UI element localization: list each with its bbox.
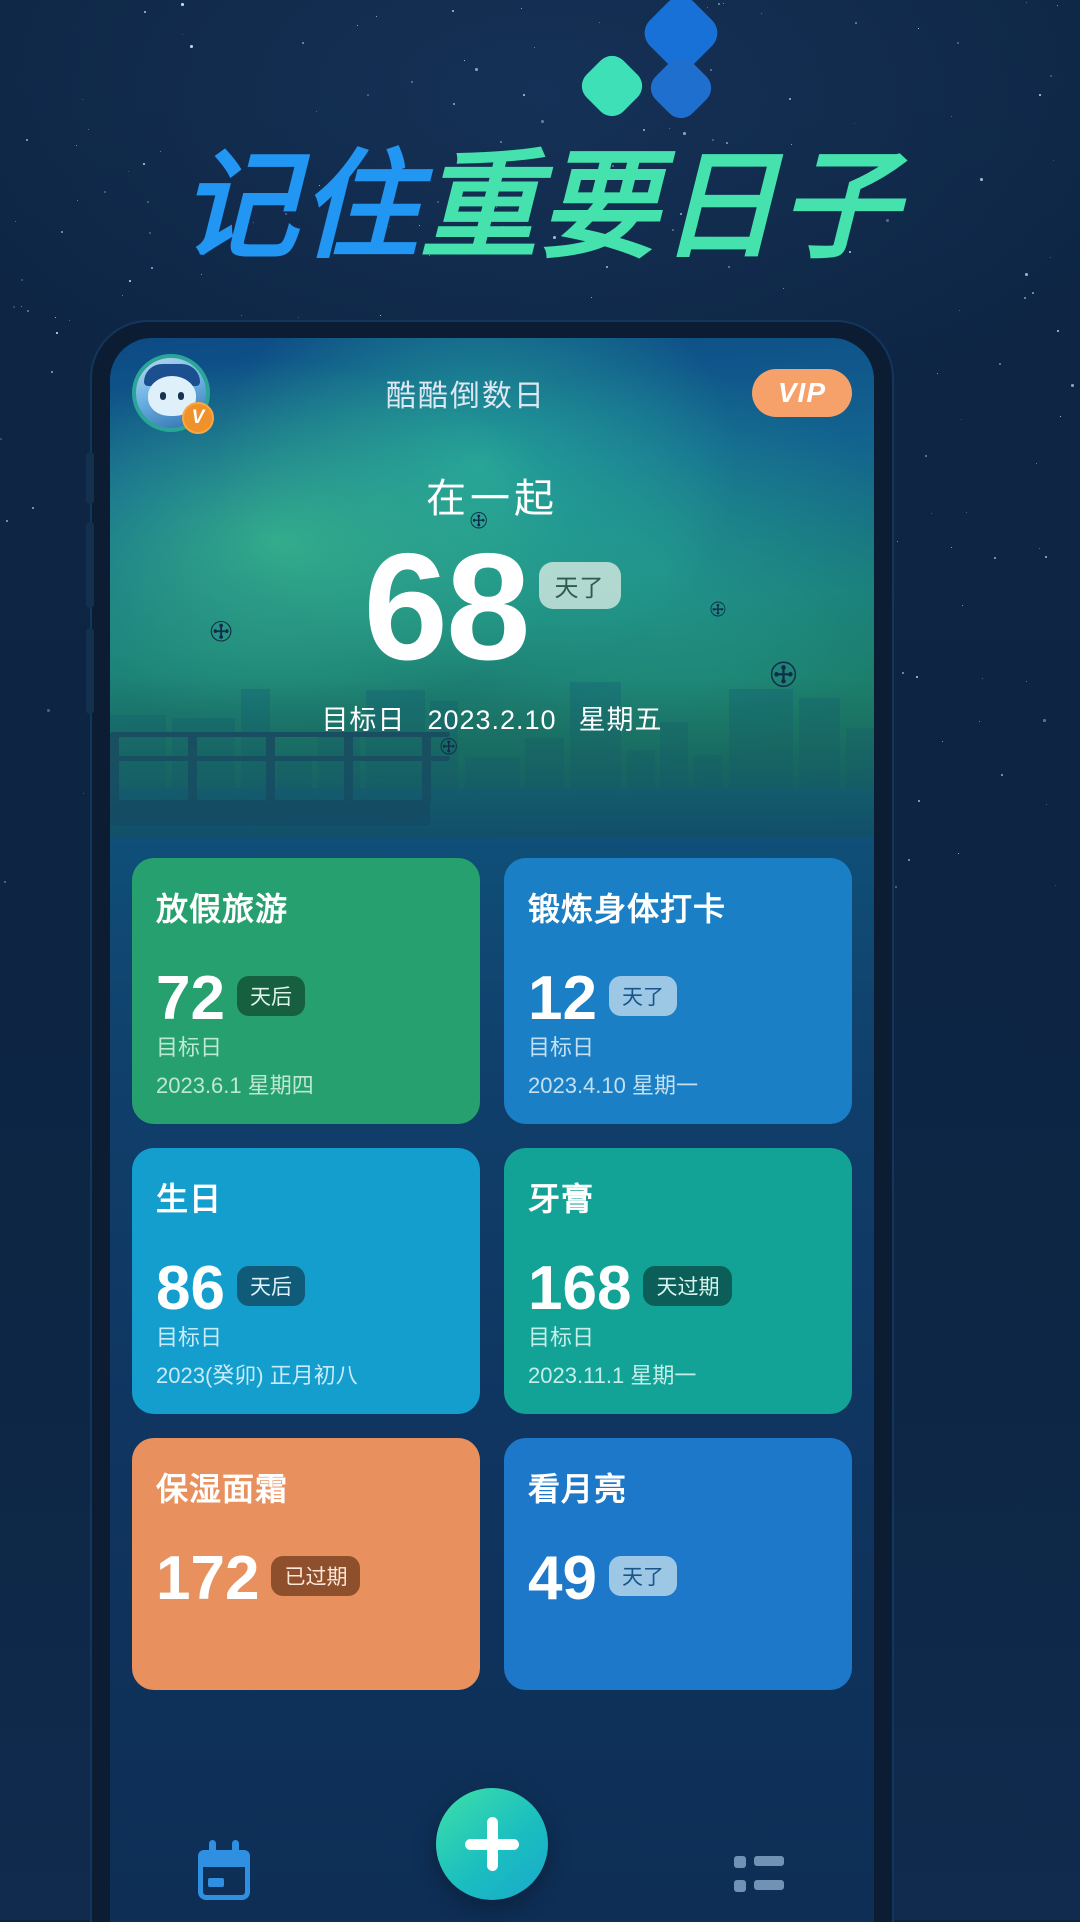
decorative-diamonds xyxy=(0,0,1080,140)
card-day-count: 49 xyxy=(528,1544,597,1613)
phone-button-mute xyxy=(86,452,94,504)
card-footer: 目标日 2023.11.1 星期一 xyxy=(528,1320,828,1390)
verified-badge: V xyxy=(182,402,214,434)
avatar-eye-right xyxy=(178,392,184,400)
countdown-card-list: 放假旅游 72 天后 目标日 2023.6.1 星期四 锻炼身体打卡 12 天了 目标日 2023… xyxy=(110,838,874,1922)
card-count-row: 72 天后 xyxy=(156,968,456,1030)
card-day-count: 86 xyxy=(156,1254,225,1323)
card-date-label: 目标日 xyxy=(528,1325,595,1350)
hero-event-title: 在一起 xyxy=(426,477,558,521)
avatar-eye-left xyxy=(160,392,166,400)
card-day-count: 172 xyxy=(156,1544,260,1613)
card-date-value: 2023.4.10 星期一 xyxy=(528,1073,698,1098)
card-row: 放假旅游 72 天后 目标日 2023.6.1 星期四 锻炼身体打卡 12 天了 目标日 2023… xyxy=(132,858,852,1124)
vip-button[interactable]: VIP xyxy=(751,369,852,417)
countdown-card[interactable]: 看月亮 49 天了 xyxy=(504,1438,852,1690)
card-unit-badge: 天后 xyxy=(236,976,305,1016)
phone-mockup: 🕀 🕀 🕀 🕀 🕀 V 酷酷倒数日 VIP 在一起 68 天了 目标日 2023… xyxy=(86,322,892,1922)
phone-button-volume-up xyxy=(86,522,94,608)
card-title: 生日 xyxy=(156,1181,223,1217)
add-event-button[interactable] xyxy=(436,1788,548,1900)
card-count-row: 168 天过期 xyxy=(528,1258,828,1320)
countdown-card[interactable]: 放假旅游 72 天后 目标日 2023.6.1 星期四 xyxy=(132,858,480,1124)
hero-day-count: 68 xyxy=(363,522,530,692)
hero-unit-badge: 天了 xyxy=(538,562,621,609)
card-unit-badge: 天后 xyxy=(236,1266,305,1306)
headline-part-2: 重要日子 xyxy=(420,141,901,273)
card-footer: 目标日 2023(癸卯) 正月初八 xyxy=(156,1320,456,1390)
countdown-card[interactable]: 牙膏 168 天过期 目标日 2023.11.1 星期一 xyxy=(504,1148,852,1414)
card-title: 看月亮 xyxy=(528,1471,628,1507)
card-count-row: 12 天了 xyxy=(528,968,828,1030)
card-date-label: 目标日 xyxy=(156,1325,223,1350)
card-title: 保湿面霜 xyxy=(156,1471,289,1507)
hero-target-date: 目标日 2023.2.10 星期五 xyxy=(110,698,874,737)
card-day-count: 72 xyxy=(156,964,225,1033)
countdown-card[interactable]: 保湿面霜 172 已过期 xyxy=(132,1438,480,1690)
countdown-card[interactable]: 生日 86 天后 目标日 2023(癸卯) 正月初八 xyxy=(132,1148,480,1414)
card-unit-badge: 天了 xyxy=(608,976,677,1016)
card-row: 生日 86 天后 目标日 2023(癸卯) 正月初八 牙膏 168 天过期 目标日 2023.11… xyxy=(132,1148,852,1414)
bird-icon: 🕀 xyxy=(440,734,458,759)
card-date-value: 2023.11.1 星期一 xyxy=(528,1363,697,1388)
hero-count-row: 68 天了 xyxy=(110,522,874,692)
app-header: V 酷酷倒数日 VIP xyxy=(110,338,874,448)
card-unit-badge: 天过期 xyxy=(643,1266,733,1306)
card-date-label: 目标日 xyxy=(528,1035,595,1060)
headline-part-1: 记住 xyxy=(179,141,420,273)
card-footer: 目标日 2023.4.10 星期一 xyxy=(528,1030,828,1100)
plus-icon xyxy=(486,1817,498,1871)
diamond-blue-bottom xyxy=(644,51,718,125)
page-headline: 记住重要日子 xyxy=(0,148,1080,266)
avatar[interactable]: V xyxy=(132,354,214,434)
phone-button-volume-down xyxy=(86,628,94,714)
card-unit-badge: 已过期 xyxy=(271,1556,361,1596)
card-row: 保湿面霜 172 已过期 看月亮 49 天了 xyxy=(132,1438,852,1690)
card-date-value: 2023.6.1 星期四 xyxy=(156,1073,314,1098)
hero-content[interactable]: 在一起 68 天了 目标日 2023.2.10 星期五 xyxy=(110,466,874,737)
calendar-icon[interactable] xyxy=(196,1840,252,1902)
card-footer: 目标日 2023.6.1 星期四 xyxy=(156,1030,456,1100)
card-date-value: 2023(癸卯) 正月初八 xyxy=(156,1363,358,1388)
card-count-row: 49 天了 xyxy=(528,1548,828,1610)
card-unit-badge: 天了 xyxy=(608,1556,677,1596)
hero-weekday: 星期五 xyxy=(578,704,663,735)
diamond-mint xyxy=(575,49,649,123)
card-date-label: 目标日 xyxy=(156,1035,223,1060)
card-day-count: 12 xyxy=(528,964,597,1033)
card-title: 锻炼身体打卡 xyxy=(528,891,727,927)
hero-date-label: 目标日 xyxy=(321,704,406,735)
list-icon[interactable] xyxy=(732,1846,788,1902)
card-day-count: 168 xyxy=(528,1254,632,1323)
card-title: 放假旅游 xyxy=(156,891,289,927)
hero-date-value: 2023.2.10 xyxy=(427,704,557,735)
card-title: 牙膏 xyxy=(528,1181,595,1217)
countdown-card[interactable]: 锻炼身体打卡 12 天了 目标日 2023.4.10 星期一 xyxy=(504,858,852,1124)
app-title: 酷酷倒数日 xyxy=(385,380,546,413)
card-count-row: 86 天后 xyxy=(156,1258,456,1320)
phone-screen: 🕀 🕀 🕀 🕀 🕀 V 酷酷倒数日 VIP 在一起 68 天了 目标日 2023… xyxy=(110,338,874,1922)
card-count-row: 172 已过期 xyxy=(156,1548,456,1610)
